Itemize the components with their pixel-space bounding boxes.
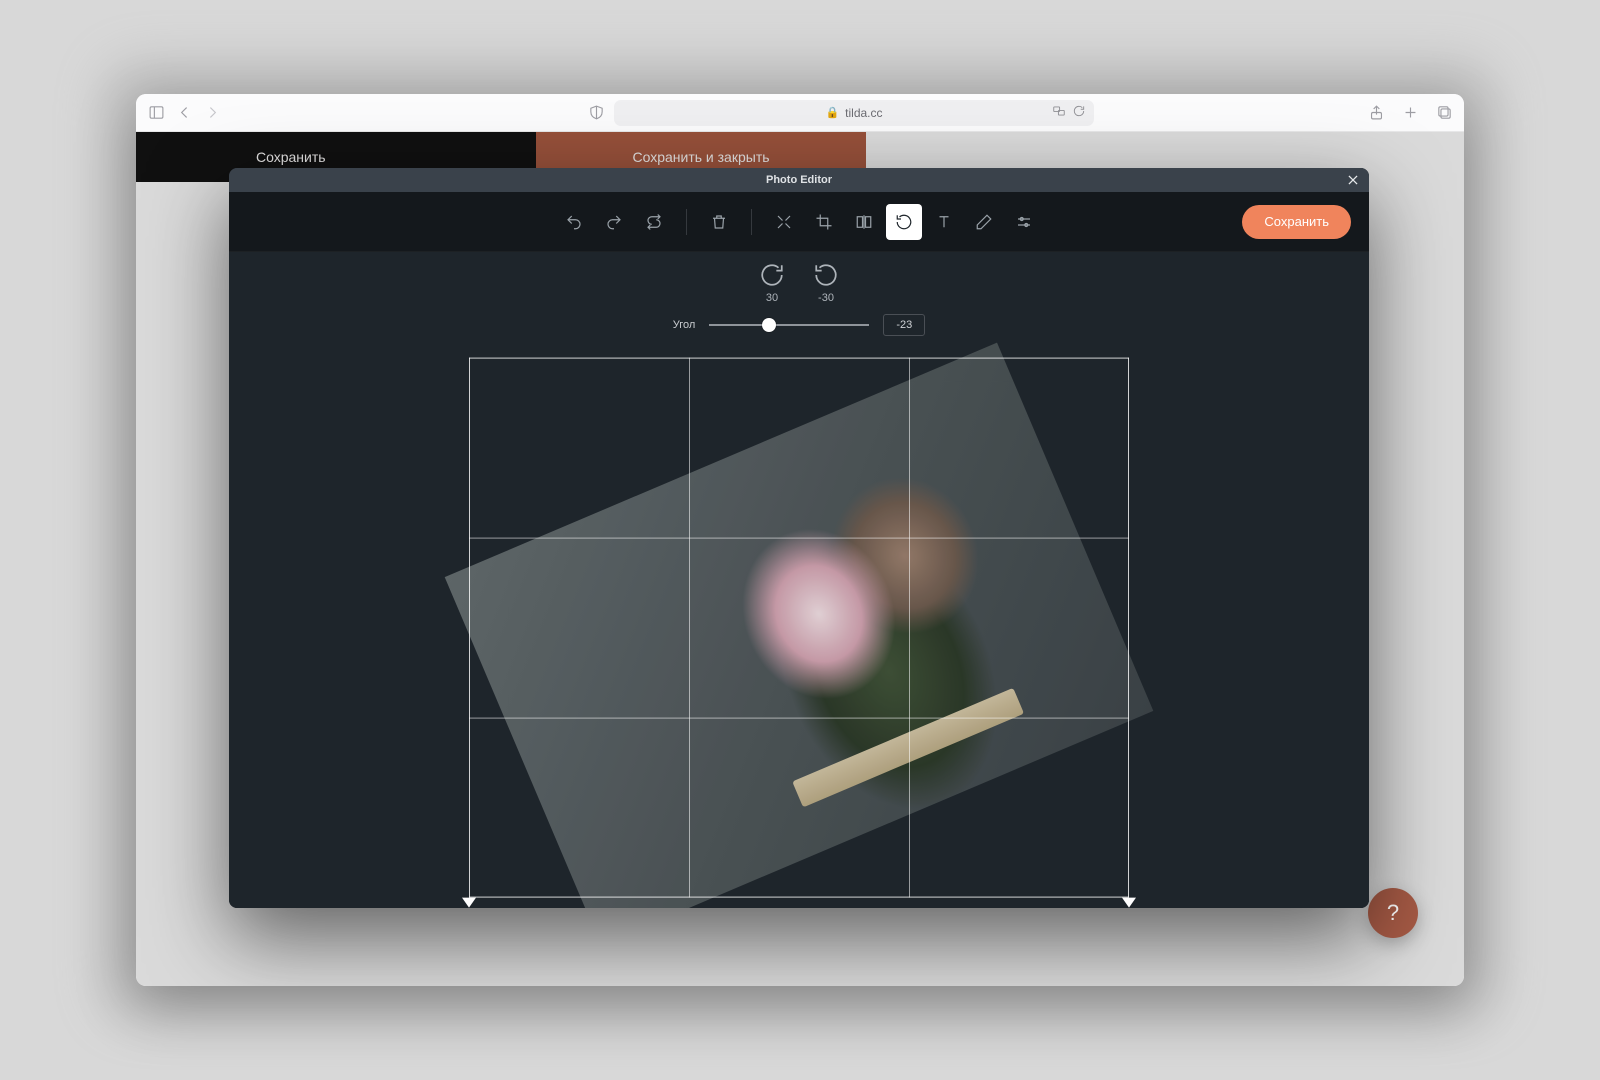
photo-editor-modal: Photo Editor	[229, 168, 1369, 908]
flip-tool[interactable]	[846, 204, 882, 240]
resize-tool[interactable]	[766, 204, 802, 240]
angle-label: Угол	[673, 319, 696, 331]
lock-icon: 🔒	[825, 106, 839, 119]
crop-tool[interactable]	[806, 204, 842, 240]
reset-button[interactable]	[636, 204, 672, 240]
toolbar-separator	[751, 209, 752, 235]
browser-window: 🔒 tilda.cc	[136, 94, 1464, 986]
crop-overlay[interactable]	[469, 358, 1129, 898]
editor-save-label: Сохранить	[1264, 214, 1329, 229]
angle-input[interactable]	[883, 314, 925, 336]
sidebar-toggle-icon[interactable]	[146, 103, 166, 123]
adjust-tool[interactable]	[1006, 204, 1042, 240]
delete-button[interactable]	[701, 204, 737, 240]
draw-tool[interactable]	[966, 204, 1002, 240]
url-host: tilda.cc	[845, 106, 882, 120]
translate-icon[interactable]	[1052, 104, 1066, 121]
address-bar-actions	[1052, 104, 1086, 121]
text-tool[interactable]	[926, 204, 962, 240]
browser-toolbar: 🔒 tilda.cc	[136, 94, 1464, 132]
crop-handle-right[interactable]	[1122, 898, 1136, 908]
share-icon[interactable]	[1366, 103, 1386, 123]
editor-canvas-area: 30 -30 Угол	[229, 252, 1369, 908]
editor-toolbar: Сохранить	[229, 192, 1369, 252]
new-tab-icon[interactable]	[1400, 103, 1420, 123]
rotate-ccw-30-button[interactable]: -30	[813, 262, 839, 304]
forward-button	[202, 103, 222, 123]
modal-close-button[interactable]	[1343, 170, 1363, 190]
rotate-ccw-label: -30	[818, 292, 834, 304]
redo-button[interactable]	[596, 204, 632, 240]
crop-handle-left[interactable]	[462, 898, 476, 908]
back-button[interactable]	[174, 103, 194, 123]
tabs-overview-icon[interactable]	[1434, 103, 1454, 123]
rotate-controls: 30 -30 Угол	[229, 262, 1369, 336]
angle-slider-thumb[interactable]	[762, 318, 776, 332]
modal-titlebar: Photo Editor	[229, 168, 1369, 192]
modal-title: Photo Editor	[766, 174, 832, 186]
reload-icon[interactable]	[1072, 104, 1086, 121]
help-button[interactable]: ?	[1368, 888, 1418, 938]
rotate-cw-30-button[interactable]: 30	[759, 262, 785, 304]
rotate-cw-label: 30	[766, 292, 778, 304]
editor-save-button[interactable]: Сохранить	[1242, 205, 1351, 239]
canvas[interactable]	[459, 380, 1139, 908]
undo-button[interactable]	[556, 204, 592, 240]
help-icon: ?	[1387, 900, 1399, 926]
address-bar[interactable]: 🔒 tilda.cc	[614, 100, 1094, 126]
privacy-shield-icon[interactable]	[586, 103, 606, 123]
rotate-tool[interactable]	[886, 204, 922, 240]
angle-slider[interactable]	[709, 318, 869, 332]
toolbar-separator	[686, 209, 687, 235]
